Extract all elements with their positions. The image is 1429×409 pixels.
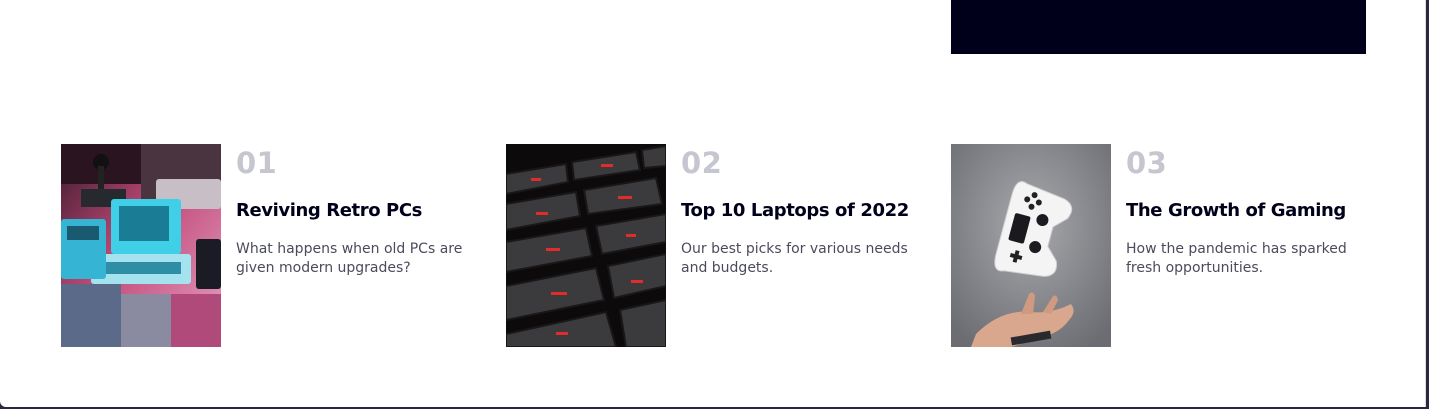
articles-list: 01 Reviving Retro PCs What happens when … [61, 144, 1371, 347]
article-card-3[interactable]: 03 The Growth of Gaming How the pandemic… [951, 144, 1371, 347]
article-number: 01 [236, 146, 278, 180]
article-card-1[interactable]: 01 Reviving Retro PCs What happens when … [61, 144, 481, 347]
article-title[interactable]: Top 10 Laptops of 2022 [681, 200, 909, 221]
article-number: 02 [681, 146, 723, 180]
retro-pc-image[interactable] [61, 144, 221, 347]
article-number: 03 [1126, 146, 1168, 180]
article-description: How the pandemic has sparked fresh oppor… [1126, 241, 1347, 276]
page: 01 Reviving Retro PCs What happens when … [0, 0, 1426, 407]
article-card-2[interactable]: 02 Top 10 Laptops of 2022 Our best picks… [506, 144, 926, 347]
laptop-keyboard-image[interactable] [506, 144, 666, 347]
article-title[interactable]: The Growth of Gaming [1126, 200, 1346, 221]
article-description: What happens when old PCs are given mode… [236, 241, 463, 276]
game-controller-image[interactable] [951, 144, 1111, 347]
article-title[interactable]: Reviving Retro PCs [236, 200, 422, 221]
dark-banner [951, 0, 1366, 54]
article-description: Our best picks for various needs and bud… [681, 241, 908, 276]
